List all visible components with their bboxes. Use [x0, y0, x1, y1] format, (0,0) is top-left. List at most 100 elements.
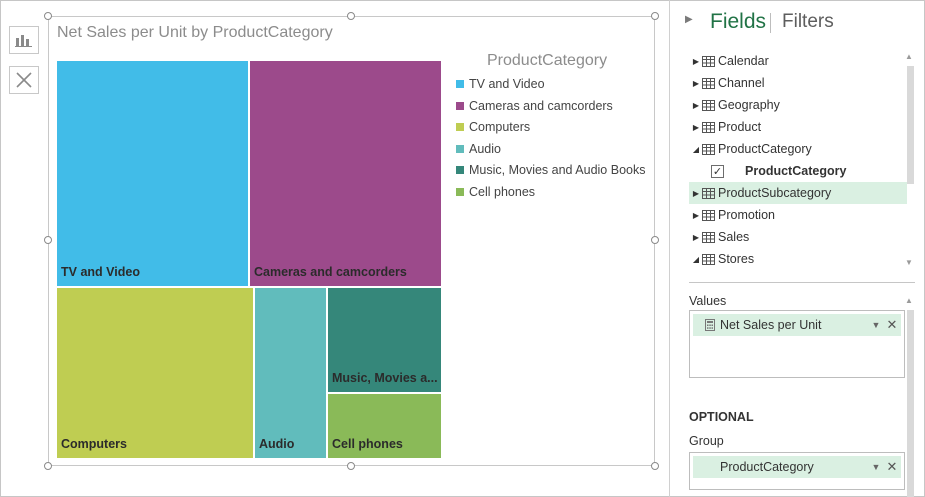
table-label: ProductCategory [718, 142, 812, 156]
legend-label: Computers [469, 120, 531, 135]
legend-label: Music, Movies and Audio Books [469, 163, 646, 178]
field-table-row[interactable]: ▶ Product [689, 116, 907, 138]
field-table-row[interactable]: ◢ ProductCategory [689, 138, 907, 160]
legend-swatch [456, 188, 464, 196]
legend-label: Cameras and camcorders [469, 98, 613, 113]
values-field-chip[interactable]: Net Sales per Unit ▼ ✕ [693, 314, 901, 336]
treemap-plot: TV and Video Cameras and camcorders Comput… [56, 60, 442, 459]
treemap-tile[interactable]: Cell phones [327, 393, 442, 459]
table-label: Stores [718, 252, 755, 266]
table-label: ProductSubcategory [718, 186, 832, 200]
chevron-right-icon[interactable]: ▶ [685, 14, 693, 25]
wells-scrollbar[interactable] [907, 310, 914, 497]
values-label: Values [689, 294, 727, 308]
treemap-tile[interactable]: Music, Movies a... [327, 287, 442, 393]
table-icon [702, 55, 715, 67]
values-well[interactable]: Net Sales per Unit ▼ ✕ [689, 310, 905, 378]
legend-label: TV and Video [469, 77, 545, 91]
group-field-chip[interactable]: ProductCategory ▼ ✕ [693, 456, 901, 478]
tab-fields[interactable]: Fields [710, 10, 766, 34]
chart-type-button[interactable] [9, 26, 39, 54]
expanded-triangle-icon[interactable]: ◢ [691, 145, 701, 154]
resize-handle[interactable] [347, 462, 355, 470]
expanded-triangle-icon[interactable]: ◢ [691, 255, 701, 264]
remove-field-icon[interactable]: ✕ [883, 459, 901, 475]
checkbox[interactable]: ✓ [711, 164, 724, 178]
divider [689, 282, 915, 283]
table-icon [702, 99, 715, 111]
table-label: Channel [718, 76, 765, 90]
resize-handle[interactable] [347, 12, 355, 20]
tile-label: Audio [259, 437, 295, 451]
treemap-tile[interactable]: Computers [56, 287, 254, 459]
tile-label: Cameras and camcorders [254, 265, 407, 279]
field-label: ProductCategory [745, 164, 847, 178]
scroll-up-icon[interactable]: ▲ [905, 52, 913, 61]
collapsed-triangle-icon[interactable]: ▶ [691, 233, 701, 242]
treemap-tile[interactable]: Cameras and camcorders [249, 60, 442, 287]
legend-item[interactable]: Audio [456, 141, 501, 157]
field-table-row[interactable]: ▶ ProductSubcategory [689, 182, 907, 204]
legend-swatch [456, 80, 464, 88]
field-table-row[interactable]: ▶ Promotion [689, 204, 907, 226]
resize-handle[interactable] [651, 236, 659, 244]
table-icon [702, 187, 715, 199]
group-label: Group [689, 434, 724, 448]
legend-item[interactable]: Cameras and camcorders [456, 98, 613, 114]
check-icon: ✓ [712, 165, 723, 178]
remove-field-icon[interactable]: ✕ [883, 317, 901, 333]
legend-swatch [456, 144, 464, 153]
resize-handle[interactable] [44, 462, 52, 470]
field-productcategory[interactable]: ✓ ProductCategory [711, 160, 846, 182]
field-list-scrollbar[interactable] [907, 66, 914, 184]
values-field-label: Net Sales per Unit [720, 318, 822, 332]
scroll-up-icon[interactable]: ▲ [905, 296, 913, 305]
remove-visual-button[interactable] [9, 66, 39, 94]
tab-filters[interactable]: Filters [782, 11, 834, 33]
legend-label: Audio [469, 141, 501, 156]
resize-handle[interactable] [44, 236, 52, 244]
resize-handle[interactable] [44, 12, 52, 20]
chart-title: Net Sales per Unit by ProductCategory [57, 24, 333, 41]
field-table-row[interactable]: ▶ Calendar [689, 50, 907, 72]
field-table-row[interactable]: ▶ Geography [689, 94, 907, 116]
optional-label: OPTIONAL [689, 410, 754, 424]
treemap-tile[interactable]: TV and Video [56, 60, 249, 287]
collapsed-triangle-icon[interactable]: ▶ [691, 189, 701, 198]
group-well[interactable]: ProductCategory ▼ ✕ [689, 452, 905, 490]
tile-label: TV and Video [61, 265, 140, 279]
table-label: Calendar [718, 54, 769, 68]
chevron-down-icon[interactable]: ▼ [869, 462, 883, 472]
table-label: Product [718, 120, 762, 134]
legend-swatch [456, 166, 464, 175]
tile-label: Computers [61, 437, 127, 451]
chevron-down-icon[interactable]: ▼ [869, 320, 883, 330]
field-table-row[interactable]: ▶ Sales [689, 226, 907, 248]
legend-item[interactable]: Computers [456, 119, 530, 135]
table-label: Geography [718, 98, 780, 112]
legend-title: ProductCategory [487, 52, 608, 69]
table-icon [702, 253, 715, 265]
collapsed-triangle-icon[interactable]: ▶ [691, 123, 701, 132]
scroll-down-icon[interactable]: ▼ [905, 258, 913, 267]
table-label: Promotion [718, 208, 775, 222]
collapsed-triangle-icon[interactable]: ▶ [691, 57, 701, 66]
field-table-row[interactable]: ▶ Channel [689, 72, 907, 94]
tile-label: Cell phones [332, 437, 403, 451]
legend-item[interactable]: TV and Video [456, 76, 545, 92]
legend-swatch [456, 123, 464, 132]
collapsed-triangle-icon[interactable]: ▶ [691, 79, 701, 88]
table-icon [702, 121, 715, 133]
table-icon [702, 77, 715, 89]
group-field-label: ProductCategory [720, 460, 814, 474]
legend-item[interactable]: Music, Movies and Audio Books [456, 162, 645, 178]
legend-item[interactable]: Cell phones [456, 184, 535, 200]
collapsed-triangle-icon[interactable]: ▶ [691, 211, 701, 220]
resize-handle[interactable] [651, 12, 659, 20]
tile-label: Music, Movies a... [332, 371, 438, 385]
collapsed-triangle-icon[interactable]: ▶ [691, 101, 701, 110]
resize-handle[interactable] [651, 462, 659, 470]
field-table-row[interactable]: ◢ Stores [689, 248, 907, 270]
bar-chart-icon [15, 35, 32, 47]
treemap-tile[interactable]: Audio [254, 287, 327, 459]
